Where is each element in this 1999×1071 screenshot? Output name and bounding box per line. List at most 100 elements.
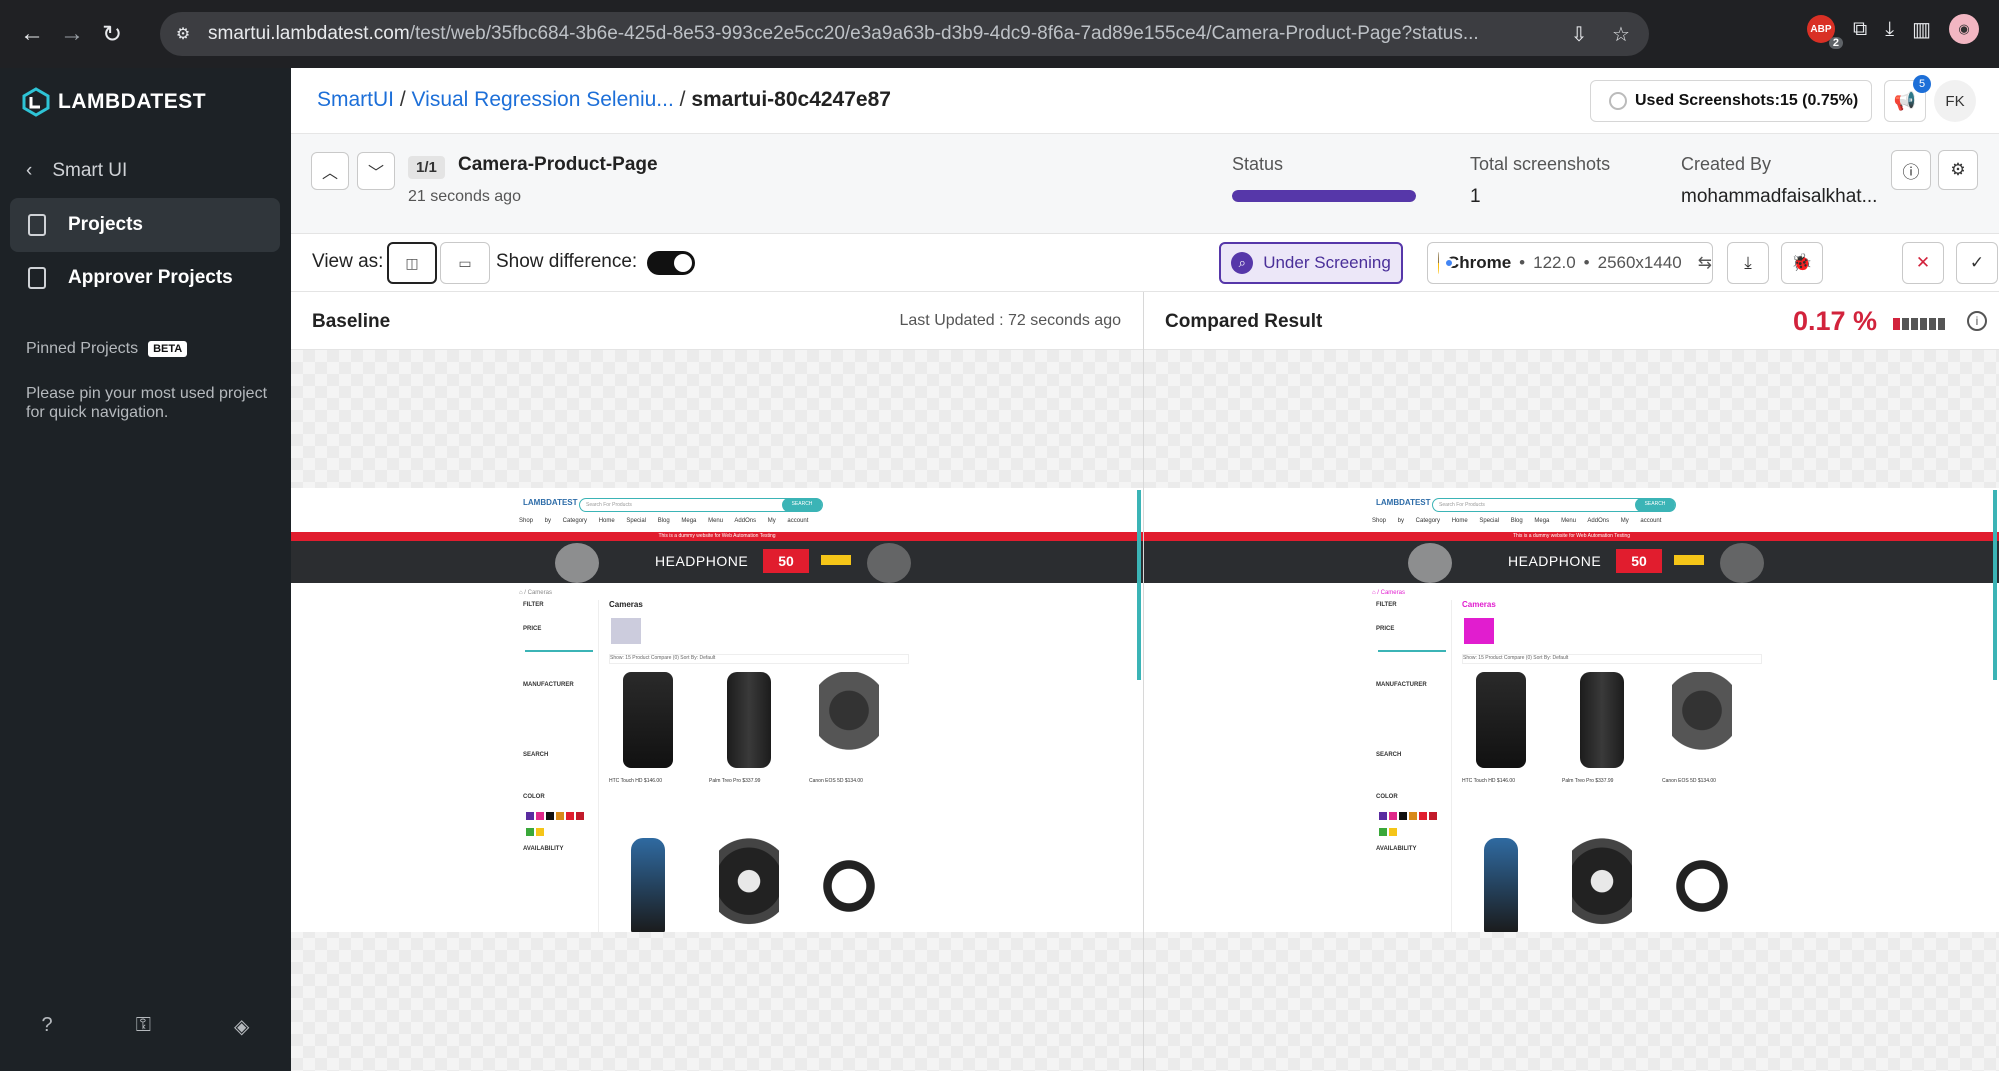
site-search: Search For Products SEARCH <box>1432 498 1676 512</box>
product-card: Canon EOS 5D $134.00 <box>809 672 889 784</box>
user-avatar[interactable]: FK <box>1934 80 1976 122</box>
extensions-puzzle-icon[interactable]: ⧉ <box>1853 18 1867 41</box>
breadcrumb-smartui[interactable]: SmartUI <box>317 88 394 111</box>
site-filter-column: FILTER PRICE MANUFACTURER SEARCH COLOR A… <box>1370 600 1452 932</box>
site-nav: Shop by Category Home Special Blog Mega … <box>519 518 809 524</box>
sidebar-item-projects[interactable]: Projects <box>10 198 280 252</box>
back-icon[interactable]: ← <box>12 14 52 54</box>
address-bar[interactable]: ⚙ smartui.lambdatest.com/test/web/35fbc6… <box>160 12 1649 56</box>
site-search-button: SEARCH <box>782 498 822 512</box>
product-price: $146.00 <box>1496 778 1515 784</box>
swap-icon[interactable]: ⇆ <box>1698 253 1712 273</box>
product-caption: HTC Touch HD $146.00 <box>609 778 662 784</box>
browser-name: Chrome <box>1446 253 1512 272</box>
category-description <box>1500 614 1762 644</box>
meter-segment <box>1893 318 1900 330</box>
download-button[interactable]: ⤓ <box>1727 242 1769 284</box>
settings-button[interactable]: ⚙ <box>1938 150 1978 190</box>
product-image <box>623 672 673 768</box>
layers-icon[interactable]: ◈ <box>234 1014 249 1039</box>
site-breadcrumb: ⌂ / Cameras <box>519 590 552 596</box>
product-image <box>1672 838 1732 932</box>
report-bug-button[interactable]: 🐞 <box>1781 242 1823 284</box>
forward-icon[interactable]: → <box>52 14 92 54</box>
help-icon[interactable]: ? <box>42 1014 53 1039</box>
bookmark-star-icon[interactable]: ☆ <box>1605 22 1637 47</box>
meter-segment <box>1902 318 1909 330</box>
resolution: 2560x1440 <box>1597 253 1682 272</box>
info-button[interactable]: ⓘ <box>1891 150 1931 190</box>
smart-ui-back-link[interactable]: ‹ Smart UI <box>26 160 127 182</box>
adblock-extension-icon[interactable]: ABP 2 <box>1806 15 1843 49</box>
approve-button[interactable]: ✓ <box>1956 242 1998 284</box>
total-screenshots-label: Total screenshots <box>1470 154 1611 174</box>
separator-dot: • <box>1583 253 1590 272</box>
pinned-title: Pinned Projects <box>26 340 139 357</box>
install-icon[interactable]: ⇩ <box>1563 22 1595 47</box>
category-thumbnail-diff <box>1464 618 1494 644</box>
key-icon[interactable]: ⚿ <box>136 1014 151 1039</box>
banner-model-right <box>1720 543 1764 583</box>
lambdatest-logo[interactable]: LAMBDATEST <box>22 84 206 120</box>
site-logo: LAMBDATEST <box>1376 498 1431 507</box>
show-difference-toggle[interactable] <box>647 251 695 275</box>
product-image <box>631 838 665 932</box>
reject-button[interactable]: ✕ <box>1902 242 1944 284</box>
site-breadcrumb-diff: ⌂ / Cameras <box>1372 590 1405 596</box>
product-card <box>1462 838 1542 932</box>
product-caption: Canon EOS 5D $134.00 <box>1662 778 1716 784</box>
created-by-label: Created By <box>1681 154 1772 174</box>
product-card: Palm Treo Pro $337.99 <box>709 672 789 784</box>
color-swatches <box>1378 808 1438 840</box>
color-swatches <box>525 808 585 840</box>
banner-title: HEADPHONE <box>655 553 749 569</box>
browser-selector[interactable]: Chrome • 122.0 • 2560x1440 ⇆ <box>1427 242 1713 284</box>
product-card <box>1662 838 1742 932</box>
baseline-canvas[interactable]: LAMBDATEST Search For Products SEARCH Sho… <box>291 350 1143 1071</box>
downloads-icon[interactable]: ⤓ <box>1885 18 1894 41</box>
product-card: Canon EOS 5D $134.00 <box>1662 672 1742 784</box>
document-icon <box>28 214 46 236</box>
under-screening-button[interactable]: ⌕ Under Screening <box>1219 242 1403 284</box>
info-icon[interactable]: i <box>1967 311 1987 331</box>
site-content: Cameras Show: 15 Product Compare (0) Sor… <box>609 600 909 932</box>
banner-cta <box>821 555 851 565</box>
sidebar-item-approver-projects[interactable]: Approver Projects <box>10 251 280 305</box>
gear-icon: ⚙ <box>1950 160 1966 179</box>
total-screenshots-value: 1 <box>1470 186 1481 207</box>
product-image <box>1484 838 1518 932</box>
product-name: HTC Touch HD <box>609 778 643 784</box>
announcements-button[interactable]: 📢 5 <box>1884 75 1931 122</box>
compared-scrollbar[interactable] <box>1993 490 1997 680</box>
product-name: Canon EOS 5D <box>809 778 844 784</box>
manufacturer-heading: MANUFACTURER <box>523 682 574 688</box>
color-heading: COLOR <box>1376 794 1398 800</box>
pinned-projects-heading: Pinned Projects BETA <box>26 340 188 358</box>
profile-avatar[interactable]: ◉ <box>1949 14 1979 44</box>
site-nav: Shop by Category Home Special Blog Mega … <box>1372 518 1662 524</box>
compared-canvas[interactable]: LAMBDATEST Search For Products SEARCH Sho… <box>1144 350 1999 1071</box>
side-by-side-view-button[interactable]: ◫ <box>387 242 437 284</box>
used-screenshots-text: Used Screenshots:15 (0.75%) <box>1635 92 1859 109</box>
product-card <box>1562 838 1642 932</box>
single-view-button[interactable]: ▭ <box>440 242 490 284</box>
breadcrumb-project[interactable]: Visual Regression Seleniu... <box>412 88 674 111</box>
banner-model-left <box>1408 543 1452 583</box>
reload-icon[interactable]: ↻ <box>92 14 132 54</box>
next-screenshot-button[interactable]: ﹀ <box>357 152 395 190</box>
site-settings-icon[interactable]: ⚙ <box>172 23 194 45</box>
product-image <box>819 672 879 768</box>
status-progress-bar <box>1232 190 1416 202</box>
banner-offer: 50 <box>1616 549 1662 573</box>
sidebar: LAMBDATEST ‹ Smart UI Projects Approver … <box>0 68 291 1071</box>
product-price: $337.99 <box>742 778 761 784</box>
used-screenshots-badge[interactable]: Used Screenshots:15 (0.75%) <box>1590 80 1872 122</box>
baseline-scrollbar[interactable] <box>1137 490 1141 680</box>
previous-screenshot-button[interactable]: ︿ <box>311 152 349 190</box>
product-price: $134.00 <box>1697 778 1716 784</box>
side-panel-icon[interactable]: ▥ <box>1912 17 1931 42</box>
product-image <box>1672 672 1732 768</box>
meter-segment <box>1938 318 1945 330</box>
last-updated-text: Last Updated : 72 seconds ago <box>899 312 1122 329</box>
product-price: $146.00 <box>643 778 662 784</box>
